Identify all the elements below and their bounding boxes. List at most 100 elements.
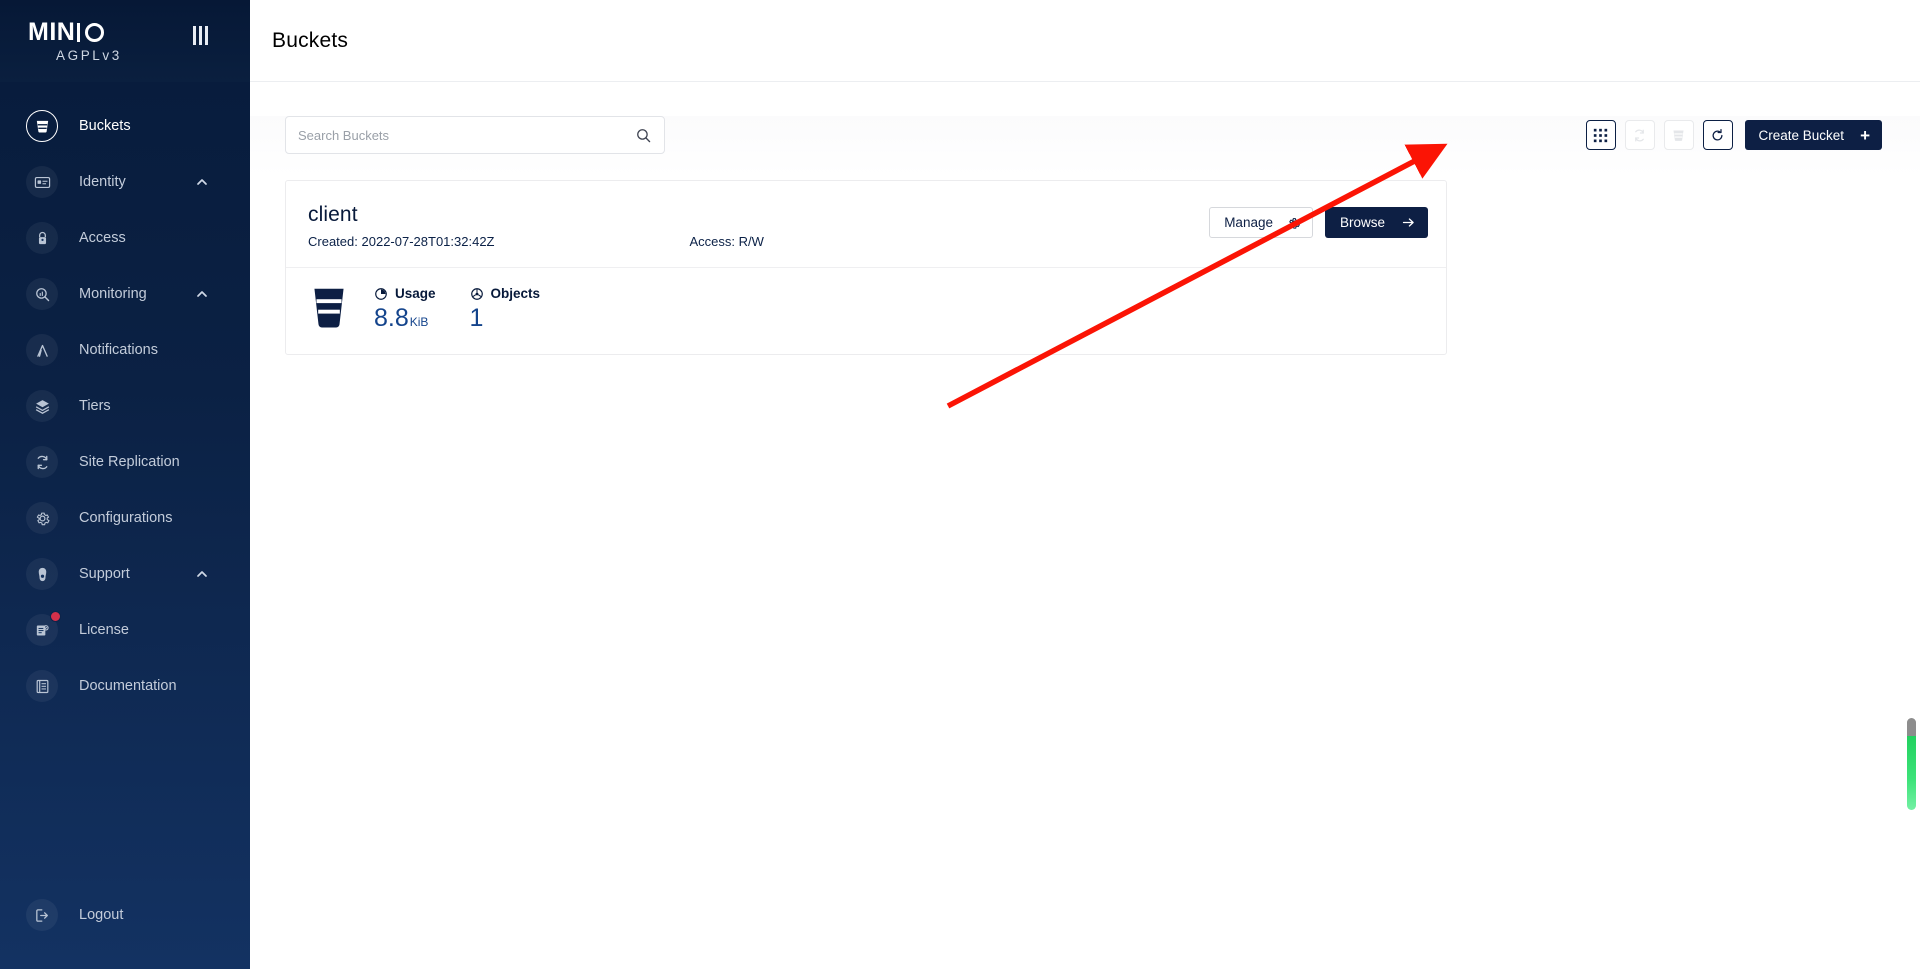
layers-icon [26, 390, 58, 422]
sidebar-logout-section: Logout [0, 887, 250, 943]
refresh-sync-button [1624, 120, 1655, 150]
app-root: MIN AGPLv3 Buckets Identity Access Monit… [0, 0, 1920, 969]
license-notification-badge [50, 611, 61, 622]
manage-label: Manage [1224, 215, 1273, 230]
sidebar-item-label: Support [79, 566, 130, 582]
reload-icon [1712, 128, 1723, 141]
sidebar-item-label: Documentation [79, 678, 177, 694]
sidebar-item-site-replication[interactable]: Site Replication [0, 434, 250, 490]
vertical-scrollbar[interactable] [1907, 718, 1916, 810]
bucket-icon [1673, 130, 1684, 141]
replication-icon [26, 446, 58, 478]
logout-icon [26, 899, 58, 931]
sidebar-item-identity[interactable]: Identity [0, 154, 250, 210]
sidebar: MIN AGPLv3 Buckets Identity Access Monit… [0, 0, 250, 969]
sidebar-item-configurations[interactable]: Configurations [0, 490, 250, 546]
chevron-up-icon[interactable] [194, 174, 210, 190]
manage-button[interactable]: Manage [1209, 207, 1313, 238]
sidebar-item-access[interactable]: Access [0, 210, 250, 266]
scrollbar-thumb[interactable] [1907, 736, 1916, 810]
sidebar-nav: Buckets Identity Access Monitoring Notif… [0, 82, 250, 714]
sync-icon [1635, 129, 1644, 141]
objects-icon [470, 287, 483, 300]
logo-text: MIN [28, 18, 105, 47]
main-area: Buckets Search Buckets Create Bucket + c… [250, 0, 1920, 969]
bucket-access-label: Access: [689, 234, 735, 249]
sidebar-item-tiers[interactable]: Tiers [0, 378, 250, 434]
bucket-card-actions: Manage Browse [1209, 207, 1428, 238]
search-buckets-box[interactable] [285, 116, 665, 154]
pie-clock-icon [375, 287, 387, 300]
search-input[interactable] [298, 127, 635, 143]
arrow-right-icon [1402, 218, 1414, 227]
sidebar-item-buckets[interactable]: Buckets [0, 98, 250, 154]
content-area: Create Bucket + client Created: 2022-07-… [250, 116, 1920, 969]
toolbar-row: Create Bucket + [250, 116, 1920, 154]
sidebar-header: MIN AGPLv3 [0, 0, 250, 82]
usage-stat: Usage 8.8KiB [374, 286, 436, 333]
book-icon [26, 670, 58, 702]
bucket-created: Created: 2022-07-28T01:32:42Z [308, 234, 494, 249]
page-title: Buckets [272, 28, 349, 52]
identity-card-icon [26, 166, 58, 198]
bucket-name: client [308, 203, 358, 226]
minio-logo: MIN AGPLv3 [28, 18, 122, 63]
sidebar-item-label: Configurations [79, 510, 173, 526]
scrollbar-cap [1907, 718, 1916, 736]
create-bucket-button[interactable]: Create Bucket + [1744, 120, 1882, 150]
bucket-card-stats: Usage 8.8KiB Objects 1 [286, 268, 1446, 354]
bucket-icon [308, 285, 350, 334]
logo-license-label: AGPLv3 [56, 47, 122, 63]
reload-button[interactable] [1702, 120, 1733, 150]
bucket-created-label: Created: [308, 234, 358, 249]
sidebar-item-label: Buckets [79, 118, 131, 134]
sidebar-item-label: License [79, 622, 129, 638]
sidebar-item-license[interactable]: License [0, 602, 250, 658]
sidebar-item-label: Monitoring [79, 286, 147, 302]
license-doc-icon [26, 611, 61, 646]
usage-label: Usage [395, 286, 436, 301]
lambda-icon [26, 334, 58, 366]
bucket-access-value: R/W [738, 234, 764, 249]
sidebar-item-label: Site Replication [79, 454, 180, 470]
grid-view-button[interactable] [1585, 120, 1616, 150]
logo-divider-bar [77, 23, 81, 42]
logo-text-part1: MIN [28, 18, 76, 47]
objects-stat: Objects 1 [470, 286, 541, 333]
bucket-icon [26, 110, 58, 142]
chevron-up-icon[interactable] [194, 286, 210, 302]
hamburger-icon[interactable] [193, 26, 208, 45]
browse-button[interactable]: Browse [1324, 207, 1428, 238]
stat-group: Usage 8.8KiB Objects 1 [374, 286, 574, 333]
usage-head: Usage [374, 286, 436, 301]
sidebar-item-logout[interactable]: Logout [0, 887, 250, 943]
bucket-card[interactable]: client Created: 2022-07-28T01:32:42Z Acc… [285, 180, 1447, 355]
usage-unit: KiB [409, 315, 429, 329]
bucket-info: client Created: 2022-07-28T01:32:42Z Acc… [308, 203, 764, 249]
sidebar-item-label: Tiers [79, 398, 111, 414]
chevron-up-icon[interactable] [194, 566, 210, 582]
bucket-meta: Created: 2022-07-28T01:32:42Z Access: R/… [308, 234, 764, 249]
bucket-created-value: 2022-07-28T01:32:42Z [361, 234, 495, 249]
objects-label: Objects [490, 286, 541, 301]
delete-bucket-button [1663, 120, 1694, 150]
sidebar-item-monitoring[interactable]: Monitoring [0, 266, 250, 322]
search-icon[interactable] [635, 127, 652, 144]
browse-label: Browse [1339, 215, 1385, 230]
objects-head: Objects [470, 286, 541, 301]
sidebar-item-notifications[interactable]: Notifications [0, 322, 250, 378]
sidebar-item-documentation[interactable]: Documentation [0, 658, 250, 714]
sidebar-item-label: Access [79, 230, 126, 246]
sidebar-item-label: Notifications [79, 342, 158, 358]
logo-circle-o [85, 23, 105, 42]
sidebar-item-support[interactable]: Support [0, 546, 250, 602]
support-icon [26, 558, 58, 590]
objects-value: 1 [469, 304, 484, 332]
create-bucket-label: Create Bucket [1758, 127, 1845, 143]
sidebar-item-label: Identity [79, 174, 126, 190]
gear-icon [1289, 217, 1300, 229]
plus-icon: + [1860, 125, 1870, 145]
magnifier-chart-icon [26, 278, 58, 310]
gear-icon [26, 502, 58, 534]
top-bar: Buckets [250, 0, 1920, 82]
